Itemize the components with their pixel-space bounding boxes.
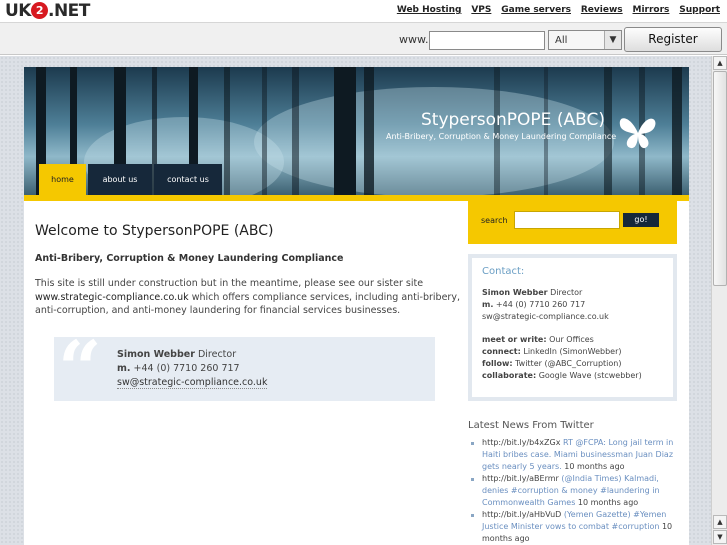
quote-mark-icon: “: [58, 324, 102, 413]
tree-trunk: [672, 67, 682, 195]
news-item: http://bit.ly/aHbVuD (Yemen Gazette) #Ye…: [468, 509, 683, 545]
top-bar: UK 2 .NET Web Hosting VPS Game servers Rev…: [0, 0, 727, 22]
meet-label: meet or write:: [482, 335, 547, 344]
search-box: search go!: [468, 200, 677, 244]
news-time: 10 months ago: [577, 498, 639, 507]
news-link[interactable]: http://bit.ly/b4xZGx: [482, 438, 560, 447]
news-time: 10 months ago: [564, 462, 625, 471]
connect-label: connect:: [482, 347, 521, 356]
header-banner: StypersonPOPE (ABC) Anti-Bribery, Corrup…: [24, 67, 689, 195]
top-links: Web Hosting VPS Game servers Reviews Mir…: [390, 5, 720, 15]
intro-text: This site is still under construction bu…: [35, 278, 424, 289]
search-label: search: [481, 216, 508, 225]
quote-phone-label: m.: [117, 363, 131, 374]
follow-value[interactable]: Twitter (@ABC_Corruption): [515, 359, 621, 368]
tree-trunk: [494, 67, 500, 195]
news-title: Latest News From Twitter: [468, 420, 594, 431]
quote-box: “ Simon Webber Director m. +44 (0) 7710 …: [54, 331, 435, 407]
meet-value[interactable]: Our Offices: [549, 335, 594, 344]
contact-phone-label: m.: [482, 300, 494, 309]
search-input[interactable]: [514, 211, 620, 229]
tree-trunk: [224, 67, 230, 195]
register-domain-button[interactable]: Register Domain: [624, 27, 722, 69]
butterfly-icon: [619, 118, 656, 149]
meet-line: meet or write: Our Offices: [482, 335, 594, 344]
contact-phone-line: m. +44 (0) 7710 260 717: [482, 300, 585, 309]
follow-line: follow: Twitter (@ABC_Corruption): [482, 359, 622, 368]
contact-name-line: Simon Webber Director: [482, 288, 582, 297]
tree-trunk: [544, 67, 548, 195]
link-mirrors[interactable]: Mirrors: [633, 5, 670, 15]
tree-trunk: [292, 67, 299, 195]
quote-contact-name: Simon Webber Director: [117, 349, 236, 360]
news-link[interactable]: http://bit.ly/aHbVuD: [482, 510, 561, 519]
contact-name: Simon Webber: [482, 288, 548, 297]
search-go-button[interactable]: go!: [623, 213, 659, 227]
nav-tab-contact-us[interactable]: contact us: [154, 164, 222, 195]
uk2-logo[interactable]: UK 2 .NET: [5, 1, 90, 21]
page-title: Welcome to StypersonPOPE (ABC): [35, 223, 274, 239]
domain-search-bar: www. All ▼ Register Domain: [0, 22, 727, 69]
www-label: www.: [399, 33, 429, 46]
site-tagline: Anti-Bribery, Corruption & Money Launder…: [386, 132, 617, 141]
quote-phone-number: +44 (0) 7710 260 717: [133, 363, 240, 374]
tree-trunk: [262, 67, 267, 195]
site-title: StypersonPOPE (ABC): [421, 110, 605, 130]
tld-select[interactable]: All ▼: [548, 30, 622, 50]
quote-email[interactable]: sw@strategic-compliance.co.uk: [117, 377, 268, 389]
page-subtitle: Anti-Bribery, Corruption & Money Launder…: [35, 253, 344, 264]
nav-tab-about-us[interactable]: about us: [88, 164, 152, 195]
scroll-thumb[interactable]: [713, 71, 727, 286]
nav-tab-home[interactable]: home: [39, 164, 86, 195]
intro-paragraph: This site is still under construction bu…: [35, 277, 460, 318]
contact-title: Contact:: [482, 266, 525, 277]
website-frame: StypersonPOPE (ABC) Anti-Bribery, Corrup…: [0, 56, 711, 545]
link-vps[interactable]: VPS: [471, 5, 491, 15]
tree-trunk: [364, 67, 374, 195]
quote-phone: m. +44 (0) 7710 260 717: [117, 363, 240, 374]
sister-site-link[interactable]: www.strategic-compliance.co.uk: [35, 292, 189, 303]
link-web-hosting[interactable]: Web Hosting: [397, 5, 462, 15]
domain-input[interactable]: [429, 31, 545, 50]
mist-decoration: [254, 87, 614, 195]
connect-line: connect: LinkedIn (SimonWebber): [482, 347, 621, 356]
news-item: http://bit.ly/b4xZGx RT @FCPA: Long jail…: [468, 437, 683, 473]
vertical-scrollbar[interactable]: ▲ ▲ ▼: [711, 56, 727, 545]
collaborate-line: collaborate: Google Wave (stcwebber): [482, 371, 642, 380]
news-link[interactable]: http://bit.ly/aBErmr: [482, 474, 559, 483]
news-list: http://bit.ly/b4xZGx RT @FCPA: Long jail…: [468, 437, 683, 545]
quote-role: Director: [197, 349, 237, 360]
quote-name: Simon Webber: [117, 349, 195, 360]
collaborate-label: collaborate:: [482, 371, 537, 380]
tree-trunk: [604, 67, 612, 195]
tld-selected-value: All: [555, 35, 568, 46]
collaborate-value[interactable]: Google Wave (stcwebber): [539, 371, 642, 380]
news-item: http://bit.ly/aBErmr (@India Times) Kalm…: [468, 473, 683, 509]
contact-role: Director: [550, 288, 583, 297]
link-reviews[interactable]: Reviews: [581, 5, 623, 15]
link-support[interactable]: Support: [679, 5, 720, 15]
connect-value[interactable]: LinkedIn (SimonWebber): [523, 347, 621, 356]
contact-phone: +44 (0) 7710 260 717: [495, 300, 586, 309]
contact-email[interactable]: sw@strategic-compliance.co.uk: [482, 312, 609, 321]
tree-trunk: [334, 67, 356, 195]
contact-box: Contact: Simon Webber Director m. +44 (0…: [468, 254, 677, 401]
chevron-down-icon: ▼: [604, 31, 621, 49]
scroll-down-icon[interactable]: ▼: [713, 530, 727, 544]
link-game-servers[interactable]: Game servers: [501, 5, 571, 15]
follow-label: follow:: [482, 359, 513, 368]
scroll-up-icon[interactable]: ▲: [713, 56, 727, 70]
scroll-up-icon[interactable]: ▲: [713, 515, 727, 529]
site-page: StypersonPOPE (ABC) Anti-Bribery, Corrup…: [24, 67, 689, 545]
